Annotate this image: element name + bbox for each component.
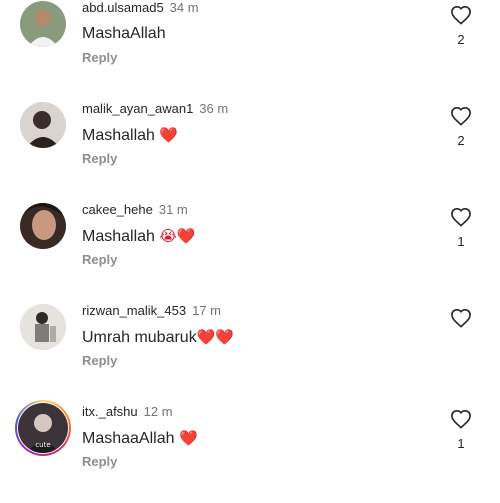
reply-button[interactable]: Reply	[82, 151, 117, 166]
reply-button[interactable]: Reply	[82, 50, 117, 65]
comment-body: Mashallah	[82, 228, 160, 245]
comment-body: MashaAllah	[82, 25, 166, 42]
comment-text: MashaaAllah ❤️	[82, 427, 198, 450]
comment-body: MashaaAllah	[82, 430, 179, 447]
svg-text:cute: cute	[35, 441, 50, 449]
like-count: 1	[457, 436, 465, 451]
heart-icon[interactable]	[450, 5, 472, 25]
avatar[interactable]	[20, 304, 66, 350]
timestamp: 12 m	[143, 404, 173, 419]
avatar[interactable]	[20, 102, 66, 148]
heart-icon[interactable]	[450, 106, 472, 126]
avatar[interactable]	[20, 203, 66, 249]
username[interactable]: malik_ayan_awan1	[82, 101, 193, 116]
avatar[interactable]	[20, 1, 66, 47]
comment-text: MashaAllah	[82, 23, 166, 45]
reply-button[interactable]: Reply	[82, 252, 117, 267]
comment-text: Mashallah 😭❤️	[82, 225, 196, 248]
heart-icon[interactable]	[450, 207, 472, 227]
reply-button[interactable]: Reply	[82, 353, 117, 368]
comment-meta: abd.ulsamad5 34 m	[82, 0, 199, 16]
avatar[interactable]: cute	[18, 403, 68, 453]
comment-body: Umrah mubaruk	[82, 329, 197, 346]
comment-text: Mashallah ❤️	[82, 124, 178, 147]
username[interactable]: itx._afshu	[82, 404, 138, 419]
comment-item: cute itx._afshu 12 m MashaaAllah ❤️ Reply…	[0, 400, 500, 503]
comment-body: Mashallah	[82, 127, 160, 144]
comment-meta: itx._afshu 12 m	[82, 404, 173, 420]
comment-meta: cakee_hehe 31 m	[82, 202, 188, 218]
story-ring[interactable]: cute	[15, 400, 71, 456]
comment-meta: rizwan_malik_453 17 m	[82, 303, 221, 319]
timestamp: 34 m	[169, 0, 199, 15]
timestamp: 31 m	[158, 202, 188, 217]
comment-item: abd.ulsamad5 34 m MashaAllah Reply 2	[0, 0, 500, 99]
like-count: 2	[457, 133, 465, 148]
hearts-emoji: ❤️❤️	[196, 328, 235, 346]
heart-emoji: ❤️	[178, 429, 198, 447]
comment-item: malik_ayan_awan1 36 m Mashallah ❤️ Reply …	[0, 100, 500, 200]
crying-heart-emoji: 😭❤️	[159, 227, 196, 245]
username[interactable]: abd.ulsamad5	[82, 0, 164, 15]
like-count: 1	[457, 234, 465, 249]
timestamp: 36 m	[199, 101, 229, 116]
heart-icon[interactable]	[450, 409, 472, 429]
username[interactable]: cakee_hehe	[82, 202, 153, 217]
comment-item: cakee_hehe 31 m Mashallah 😭❤️ Reply 1	[0, 201, 500, 301]
comment-meta: malik_ayan_awan1 36 m	[82, 101, 228, 117]
like-count: 2	[457, 32, 465, 47]
comment-text: Umrah mubaruk❤️❤️	[82, 326, 234, 349]
heart-emoji: ❤️	[159, 126, 179, 144]
heart-icon[interactable]	[450, 308, 472, 328]
timestamp: 17 m	[192, 303, 221, 318]
username[interactable]: rizwan_malik_453	[82, 303, 186, 318]
comment-item: rizwan_malik_453 17 m Umrah mubaruk❤️❤️ R…	[0, 302, 500, 402]
